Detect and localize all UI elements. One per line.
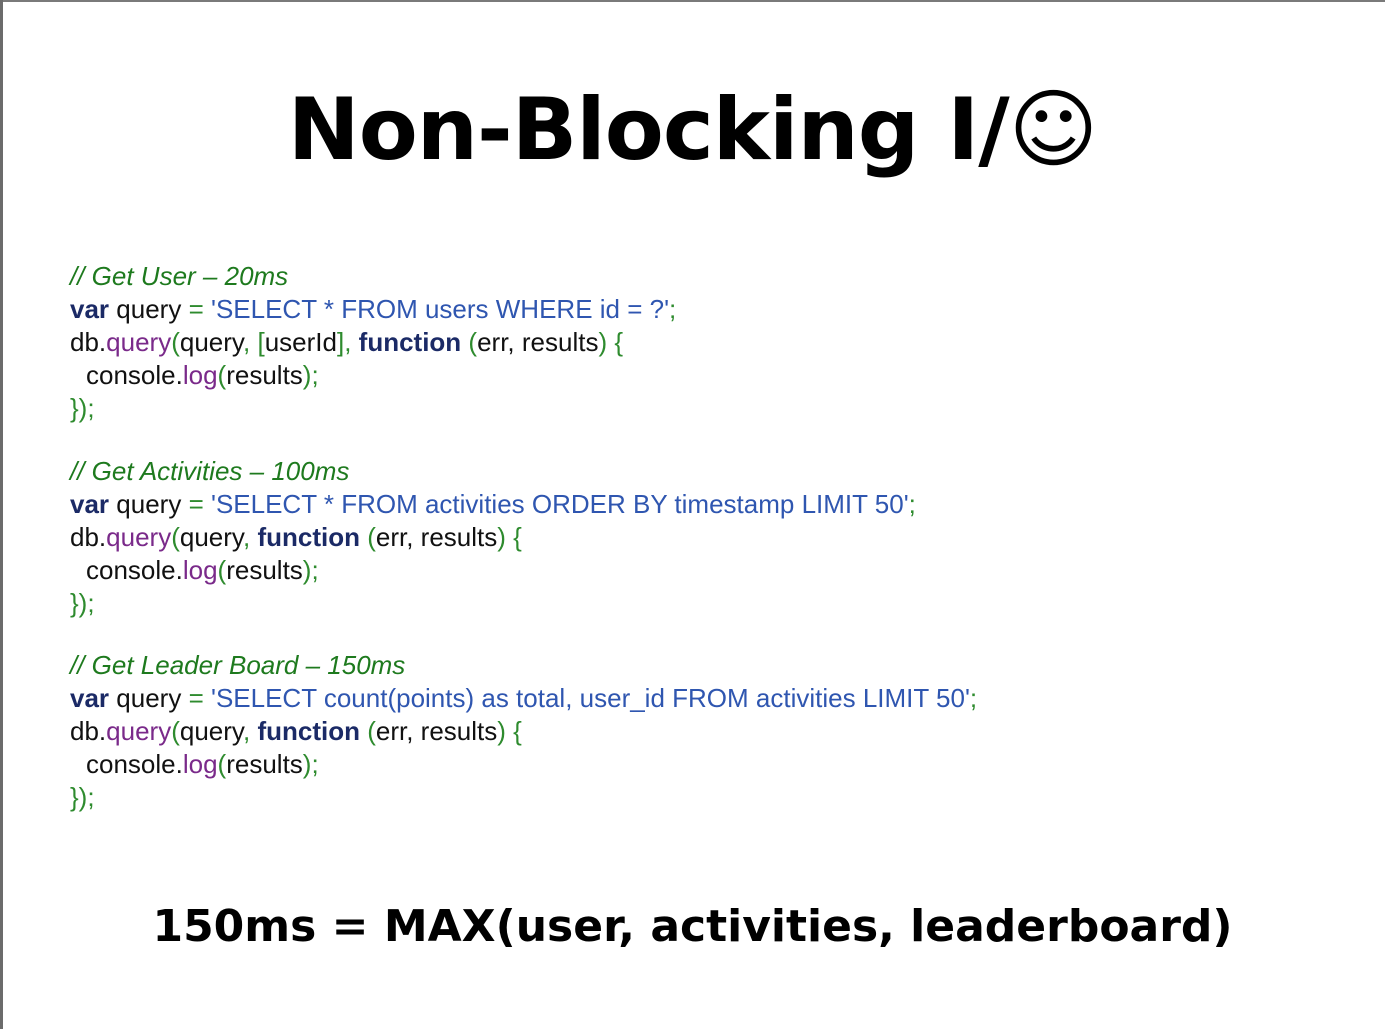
log-close-paren: );: [302, 360, 319, 390]
var-keyword: var: [70, 294, 110, 324]
code-line-db-query: db.query(query, function (err, results) …: [70, 715, 1270, 748]
open-paren: (: [171, 522, 180, 552]
query-method: query: [106, 522, 172, 552]
params-value: userId: [264, 327, 337, 357]
log-open-paren: (: [217, 749, 227, 779]
function-keyword: function: [257, 716, 360, 746]
fn-close-paren: ) {: [497, 522, 522, 552]
fn-open-paren: (: [468, 327, 478, 357]
open-paren: (: [171, 327, 180, 357]
console-object: console.: [86, 749, 183, 779]
fn-open-paren: (: [367, 522, 376, 552]
code-line-query-declaration: var query = 'SELECT * FROM users WHERE i…: [70, 293, 1270, 326]
fn-arguments: err, results: [375, 522, 498, 552]
fn-arguments: err, results: [375, 716, 498, 746]
slide-title: Non-Blocking I/☺: [287, 80, 1099, 180]
sql-string: 'SELECT * FROM users WHERE id = ?': [210, 294, 670, 324]
semicolon: ;: [669, 294, 677, 324]
query-method: query: [106, 716, 172, 746]
query-variable: query: [116, 489, 182, 519]
fn-open-paren: (: [367, 716, 376, 746]
code-line-query-declaration: var query = 'SELECT * FROM activities OR…: [70, 488, 1270, 521]
code-line-console-log: console.log(results);: [70, 359, 1270, 392]
query-argument: query: [179, 522, 243, 552]
code-comment: // Get Leader Board – 150ms: [70, 650, 406, 680]
code-line-db-query: db.query(query, [userId], function (err,…: [70, 326, 1270, 359]
code-block-get-user: // Get User – 20ms var query = 'SELECT *…: [70, 260, 1270, 425]
function-keyword: function: [257, 522, 360, 552]
comma: ,: [242, 327, 251, 357]
log-argument: results: [226, 555, 303, 585]
fn-close-paren: ) {: [598, 327, 624, 357]
semicolon: ;: [969, 683, 978, 713]
db-object: db.: [70, 327, 107, 357]
var-keyword: var: [70, 683, 110, 713]
log-argument: results: [226, 749, 303, 779]
log-method: log: [182, 360, 218, 390]
log-method: log: [182, 749, 218, 779]
sql-string: 'SELECT count(points) as total, user_id …: [210, 683, 970, 713]
open-paren: (: [171, 716, 180, 746]
code-line-closing: });: [70, 393, 95, 423]
code-line-closing: });: [70, 588, 95, 618]
code-comment: // Get User – 20ms: [70, 261, 289, 291]
sql-string: 'SELECT * FROM activities ORDER BY times…: [210, 489, 909, 519]
query-variable: query: [116, 294, 182, 324]
query-argument: query: [179, 327, 243, 357]
params-open-bracket: [: [257, 327, 265, 357]
db-object: db.: [70, 522, 107, 552]
assign-operator: =: [188, 294, 204, 324]
semicolon: ;: [908, 489, 916, 519]
log-open-paren: (: [217, 555, 227, 585]
log-open-paren: (: [217, 360, 227, 390]
log-method: log: [182, 555, 218, 585]
slide-frame-top-border: [0, 0, 1385, 2]
fn-close-paren: ) {: [497, 716, 522, 746]
var-keyword: var: [70, 489, 110, 519]
summary-formula: 150ms = MAX(user, activities, leaderboar…: [152, 901, 1233, 952]
query-argument: query: [179, 716, 243, 746]
assign-operator: =: [188, 489, 204, 519]
function-keyword: function: [358, 327, 462, 357]
comma: ,: [242, 522, 251, 552]
fn-arguments: err, results: [477, 327, 599, 357]
assign-operator: =: [188, 683, 204, 713]
code-line-db-query: db.query(query, function (err, results) …: [70, 521, 1270, 554]
query-variable: query: [116, 683, 182, 713]
db-object: db.: [70, 716, 107, 746]
console-object: console.: [86, 555, 183, 585]
console-object: console.: [86, 360, 183, 390]
query-method: query: [106, 327, 172, 357]
code-comment: // Get Activities – 100ms: [70, 456, 350, 486]
log-argument: results: [226, 360, 303, 390]
code-block-get-activities: // Get Activities – 100ms var query = 'S…: [70, 455, 1270, 620]
code-line-query-declaration: var query = 'SELECT count(points) as tot…: [70, 682, 1270, 715]
code-line-console-log: console.log(results);: [70, 554, 1270, 587]
log-close-paren: );: [302, 749, 319, 779]
code-block-get-leader-board: // Get Leader Board – 150ms var query = …: [70, 649, 1270, 814]
comma: ,: [344, 327, 352, 357]
comma: ,: [242, 716, 251, 746]
log-close-paren: );: [302, 555, 319, 585]
code-line-closing: });: [70, 782, 95, 812]
code-line-console-log: console.log(results);: [70, 748, 1270, 781]
